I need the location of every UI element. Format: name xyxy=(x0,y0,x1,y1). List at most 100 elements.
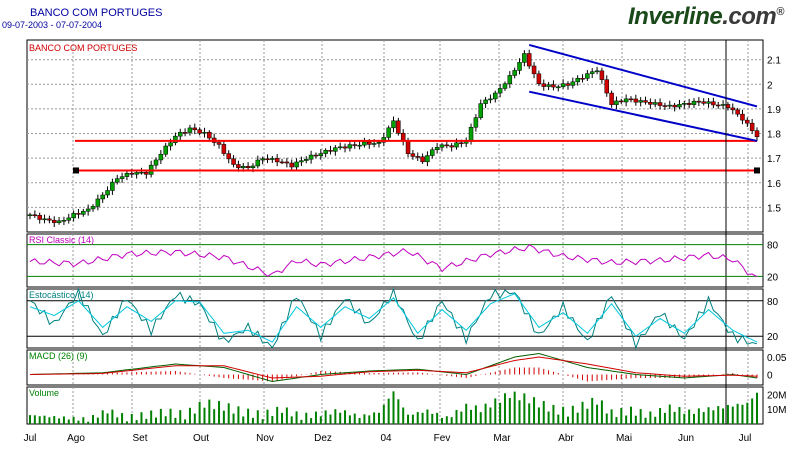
candle-body xyxy=(207,131,212,139)
candle-body xyxy=(299,160,304,163)
candle-body xyxy=(362,141,367,146)
candle-body xyxy=(318,153,324,156)
candle-body xyxy=(260,158,265,161)
candle-body xyxy=(507,75,513,84)
candle-body xyxy=(90,206,96,210)
candle-body xyxy=(551,84,556,88)
candle-body xyxy=(434,147,440,151)
candle-body xyxy=(279,161,285,164)
x-tick-label: Jul xyxy=(739,433,752,444)
candle-body xyxy=(449,145,454,148)
candle-body xyxy=(85,208,91,212)
candle-body xyxy=(754,130,760,138)
x-tick-label: Abr xyxy=(558,433,574,444)
candle-body xyxy=(589,71,595,74)
candle-body xyxy=(134,172,139,175)
candle-body xyxy=(725,104,731,109)
candle-body xyxy=(95,198,101,207)
candle-body xyxy=(638,100,643,103)
candle-body xyxy=(139,171,144,174)
candle-body xyxy=(255,159,261,167)
candle-body xyxy=(231,158,236,165)
candle-body xyxy=(667,104,673,107)
candle-body xyxy=(144,171,149,175)
candle-body xyxy=(47,218,52,221)
indicator-legend: Estocástico (14) xyxy=(29,290,94,300)
candle-body xyxy=(391,120,396,129)
candle-body xyxy=(677,104,682,108)
x-tick-label: Ago xyxy=(67,433,85,444)
candle-body xyxy=(502,83,508,89)
candle-body xyxy=(337,146,343,149)
indicator-legend: MACD (26) (9) xyxy=(29,351,88,361)
candle-body xyxy=(686,103,692,105)
y-tick-label: 10M xyxy=(767,405,786,416)
x-tick-label: Mai xyxy=(616,433,632,444)
candle-body xyxy=(526,53,532,67)
candle-body xyxy=(628,98,634,101)
candle-body xyxy=(42,218,47,221)
candle-body xyxy=(168,142,173,147)
candle-body xyxy=(749,122,755,131)
y-tick-label: 1.6 xyxy=(767,179,781,190)
candle-body xyxy=(294,161,299,168)
candle-body xyxy=(633,98,639,103)
candle-body xyxy=(119,176,125,179)
candle-body xyxy=(585,73,590,79)
candle-body xyxy=(662,105,668,107)
x-tick-label: Out xyxy=(193,433,209,444)
candle-body xyxy=(221,144,227,154)
candle-body xyxy=(701,101,706,104)
panel-1 xyxy=(26,233,764,288)
candle-body xyxy=(546,84,551,87)
candle-body xyxy=(241,166,246,169)
candle-body xyxy=(410,153,416,157)
y-tick-label: 1.7 xyxy=(767,154,781,165)
candle-body xyxy=(270,158,275,160)
candle-body xyxy=(425,155,430,163)
candle-body xyxy=(163,145,168,155)
candle-body xyxy=(594,70,600,73)
y-tick-label: 2 xyxy=(767,80,773,91)
y-tick-label: 1.9 xyxy=(767,105,781,116)
candle-body xyxy=(565,83,571,86)
y-tick-label: 20 xyxy=(767,272,779,283)
candle-body xyxy=(536,73,542,84)
price-legend: BANCO COM PORTUGES xyxy=(29,43,137,53)
candle-body xyxy=(71,213,76,219)
candle-body xyxy=(245,166,251,168)
y-tick-label: 20M xyxy=(767,390,786,401)
candle-body xyxy=(488,98,493,101)
candle-body xyxy=(333,147,338,152)
candle-body xyxy=(76,213,81,215)
candle-body xyxy=(226,153,231,160)
candle-body xyxy=(560,83,566,88)
candle-body xyxy=(197,129,202,134)
candle-body xyxy=(27,214,33,217)
x-tick-label: Set xyxy=(132,433,147,444)
y-tick-label: 80 xyxy=(767,297,779,308)
x-tick-label: Jul xyxy=(24,433,37,444)
candle-body xyxy=(342,146,348,149)
x-tick-label: Mar xyxy=(493,433,511,444)
y-tick-label: 1.5 xyxy=(767,203,781,214)
candle-body xyxy=(114,178,120,183)
candle-body xyxy=(153,159,159,166)
candle-body xyxy=(652,102,658,105)
line-handle[interactable] xyxy=(754,167,760,174)
candle-body xyxy=(250,165,256,168)
candle-body xyxy=(187,127,193,133)
candle-body xyxy=(405,140,411,154)
y-tick-label: 0 xyxy=(767,371,773,382)
line-handle[interactable] xyxy=(73,167,79,174)
candle-body xyxy=(357,144,362,147)
indicator-legend: RSI Classic (14) xyxy=(29,235,94,245)
candle-body xyxy=(497,88,503,94)
y-tick-label: 20 xyxy=(767,332,779,343)
candle-body xyxy=(415,156,420,158)
candle-body xyxy=(352,144,357,146)
candle-body xyxy=(459,142,464,145)
stock-chart: 1.5 1.6 1.7 1.8 1.9 2 2.1 BANCO COM PORTUGES 80 2… xyxy=(24,39,787,444)
candle-body xyxy=(182,132,188,134)
x-tick-label: 04 xyxy=(380,433,392,444)
